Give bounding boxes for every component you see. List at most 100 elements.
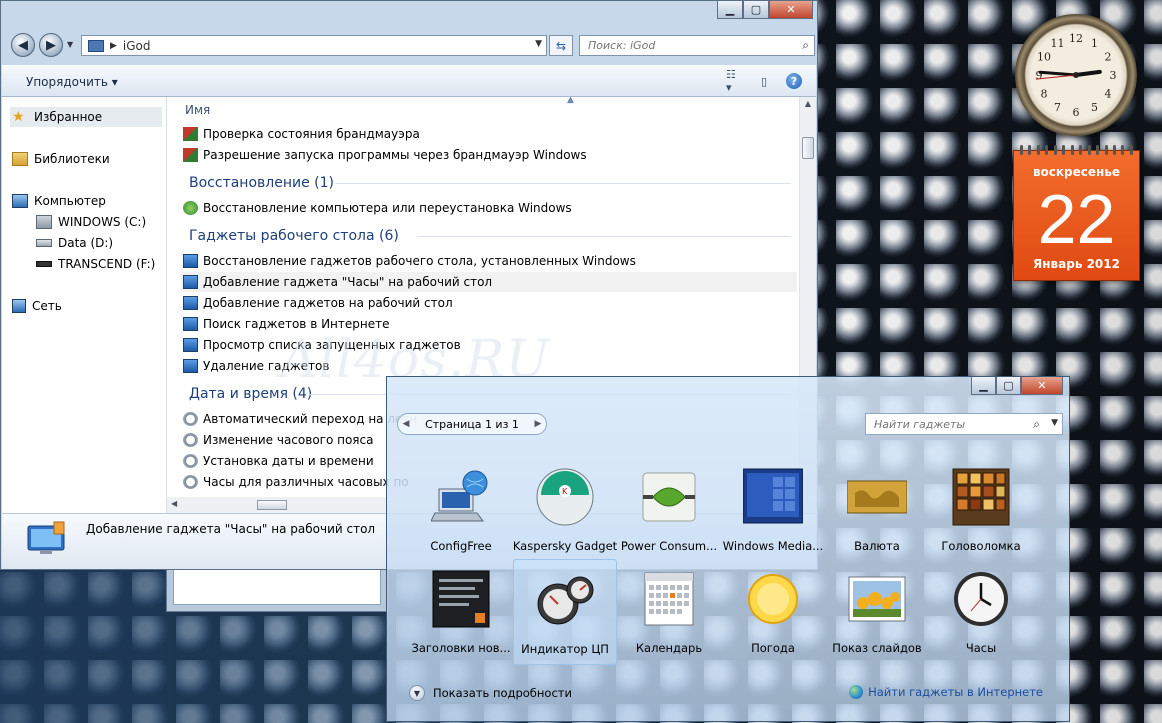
list-item-label: Установка даты и времени xyxy=(203,454,374,468)
list-item-label: Добавление гаджета "Часы" на рабочий сто… xyxy=(203,275,493,289)
scroll-left-icon[interactable]: ◀ xyxy=(171,499,177,508)
list-item-selected[interactable]: Добавление гаджета "Часы" на рабочий сто… xyxy=(181,272,797,292)
search-icon[interactable]: ⌕ xyxy=(1033,417,1040,432)
sort-arrow-icon: ▲ xyxy=(567,97,574,105)
clock-numeral: 11 xyxy=(1051,37,1065,50)
nav-favorites-label: Избранное xyxy=(34,110,103,124)
maximize-button[interactable]: ▢ xyxy=(996,377,1021,395)
group-divider xyxy=(417,236,791,237)
list-item[interactable]: Добавление гаджетов на рабочий стол xyxy=(183,293,453,313)
horizontal-scrollbar[interactable]: ◀ xyxy=(167,497,387,513)
sun-icon xyxy=(748,574,798,624)
gadget-tile-calendar[interactable]: Календарь xyxy=(617,563,721,663)
details-title: Добавление гаджета "Часы" на рабочий сто… xyxy=(86,522,376,536)
list-item[interactable]: Разрешение запуска программы через бранд… xyxy=(183,145,587,165)
help-icon[interactable]: ? xyxy=(786,73,802,89)
gadget-icon xyxy=(183,338,198,352)
gadget-tile-puzzle[interactable]: Головоломка xyxy=(929,461,1033,561)
organize-button[interactable]: Упорядочить ▾ xyxy=(26,75,118,89)
windows-drive-icon xyxy=(36,215,52,229)
gadget-tile-configfree[interactable]: ConfigFree xyxy=(409,461,513,561)
close-button[interactable]: ✕ xyxy=(1021,377,1063,395)
gadget-gallery-window[interactable]: ▁ ▢ ✕ ◀ Страница 1 из 1 ▶ ⌕ ▼ ConfigFree… xyxy=(386,376,1070,722)
calendar-rings xyxy=(1020,145,1133,155)
nav-favorites[interactable]: ★ Избранное xyxy=(10,107,162,127)
clock-numeral: 1 xyxy=(1091,37,1098,50)
group-header-desktop-gadgets[interactable]: Гаджеты рабочего стола (6) xyxy=(189,225,399,247)
gadget-search-input[interactable] xyxy=(872,416,1026,432)
next-page-icon[interactable]: ▶ xyxy=(530,419,546,429)
gadget-tile-kaspersky[interactable]: K Kaspersky Gadget xyxy=(513,461,617,561)
address-bar[interactable]: ▶ iGod ▼ xyxy=(81,35,547,56)
recovery-icon xyxy=(183,201,198,215)
gadget-tile-cpu-meter[interactable]: Индикатор ЦП xyxy=(513,559,617,665)
gadget-tile-power[interactable]: Power Consum... xyxy=(617,461,721,561)
search-icon[interactable]: ⌕ xyxy=(802,38,809,53)
gadget-tile-windows-media[interactable]: Windows Media... xyxy=(721,461,825,561)
list-item[interactable]: Автоматический переход на летн xyxy=(183,409,417,429)
calendar-gadget[interactable]: воскресенье 22 Январь 2012 xyxy=(1013,145,1140,281)
star-icon: ★ xyxy=(12,109,25,125)
clock-numeral: 3 xyxy=(1110,69,1117,82)
toolbar-icons: ☷ ▾ ▯ ? xyxy=(726,68,802,94)
nav-drive-d-label: Data (D:) xyxy=(58,236,114,250)
nav-computer[interactable]: Компьютер xyxy=(12,191,106,211)
breadcrumb-arrow-icon[interactable]: ▶ xyxy=(110,41,117,51)
breadcrumb-igod[interactable]: iGod xyxy=(123,39,151,53)
preview-pane-icon[interactable]: ▯ xyxy=(756,73,772,89)
list-item[interactable]: Восстановление компьютера или переустано… xyxy=(183,198,572,218)
list-item[interactable]: Часы для различных часовых по xyxy=(183,472,409,492)
list-item[interactable]: Восстановление гаджетов рабочего стола, … xyxy=(183,251,636,271)
refresh-button[interactable]: ⇆ xyxy=(549,35,573,56)
nav-drive-c[interactable]: WINDOWS (C:) xyxy=(36,212,146,232)
gadget-search-box[interactable]: ⌕ ▼ xyxy=(865,413,1063,435)
navigation-pane: ★ Избранное Библиотеки Компьютер WINDOWS… xyxy=(2,97,167,513)
nav-network[interactable]: Сеть xyxy=(12,296,62,316)
column-header-name[interactable]: Имя xyxy=(185,103,210,117)
list-item[interactable]: Проверка состояния брандмауэра xyxy=(183,124,420,144)
nav-drive-d[interactable]: Data (D:) xyxy=(36,233,113,253)
gadget-tile-currency[interactable]: Валюта xyxy=(825,461,929,561)
view-options-icon[interactable]: ☷ ▾ xyxy=(726,68,742,94)
libraries-icon xyxy=(12,152,28,166)
nav-libraries[interactable]: Библиотеки xyxy=(12,149,110,169)
gadget-tile-weather[interactable]: Погода xyxy=(721,563,825,663)
gadget-icon xyxy=(183,254,198,268)
list-item[interactable]: Изменение часового пояса xyxy=(183,430,373,450)
gadget-tile-label: Календарь xyxy=(635,641,703,655)
gadget-tile-label: Погода xyxy=(751,641,795,655)
forward-button[interactable]: ▶ xyxy=(39,33,63,57)
minimize-button[interactable]: ▁ xyxy=(717,1,743,19)
recent-pages-dropdown-icon[interactable]: ▼ xyxy=(67,40,73,49)
window-caption-buttons: ▁ ▢ ✕ xyxy=(717,1,813,19)
group-divider xyxy=(335,183,791,184)
search-dropdown-icon[interactable]: ▼ xyxy=(1051,418,1058,428)
list-item[interactable]: Установка даты и времени xyxy=(183,451,374,471)
close-button[interactable]: ✕ xyxy=(769,1,813,19)
calendar-day: 22 xyxy=(1037,180,1116,258)
nav-drive-f[interactable]: TRANSCEND (F:) xyxy=(36,254,155,274)
gadget-icon xyxy=(183,296,198,310)
gadget-tile-news[interactable]: Заголовки нов... xyxy=(409,563,513,663)
address-dropdown-icon[interactable]: ▼ xyxy=(535,39,542,49)
clock-gadget[interactable]: 12 1 2 3 4 5 6 7 8 9 10 11 xyxy=(1015,14,1137,136)
scroll-thumb[interactable] xyxy=(802,137,814,159)
hscroll-thumb[interactable] xyxy=(257,500,287,510)
chevron-down-icon: ▼ xyxy=(409,685,425,701)
cpu-meter-icon xyxy=(537,576,594,625)
prev-page-icon[interactable]: ◀ xyxy=(398,419,414,429)
minimize-button[interactable]: ▁ xyxy=(971,377,996,395)
search-input[interactable] xyxy=(586,38,790,53)
get-gadgets-online-link[interactable]: Найти гаджеты в Интернете xyxy=(849,685,1043,699)
show-details-toggle[interactable]: ▼ Показать подробности xyxy=(409,685,572,701)
gadget-tile-slideshow[interactable]: Показ слайдов xyxy=(825,563,929,663)
search-box[interactable]: ⌕ xyxy=(579,35,815,56)
group-header-recovery[interactable]: Восстановление (1) xyxy=(189,172,334,194)
gadget-tile-clock[interactable]: Часы xyxy=(929,563,1033,663)
page-navigator: ◀ Страница 1 из 1 ▶ xyxy=(397,413,547,435)
back-button[interactable]: ◀ xyxy=(11,33,35,57)
maximize-button[interactable]: ▢ xyxy=(743,1,769,19)
scroll-up-icon[interactable]: ▲ xyxy=(800,99,816,108)
clock-numeral: 5 xyxy=(1091,101,1098,114)
clock-icon xyxy=(183,412,198,426)
